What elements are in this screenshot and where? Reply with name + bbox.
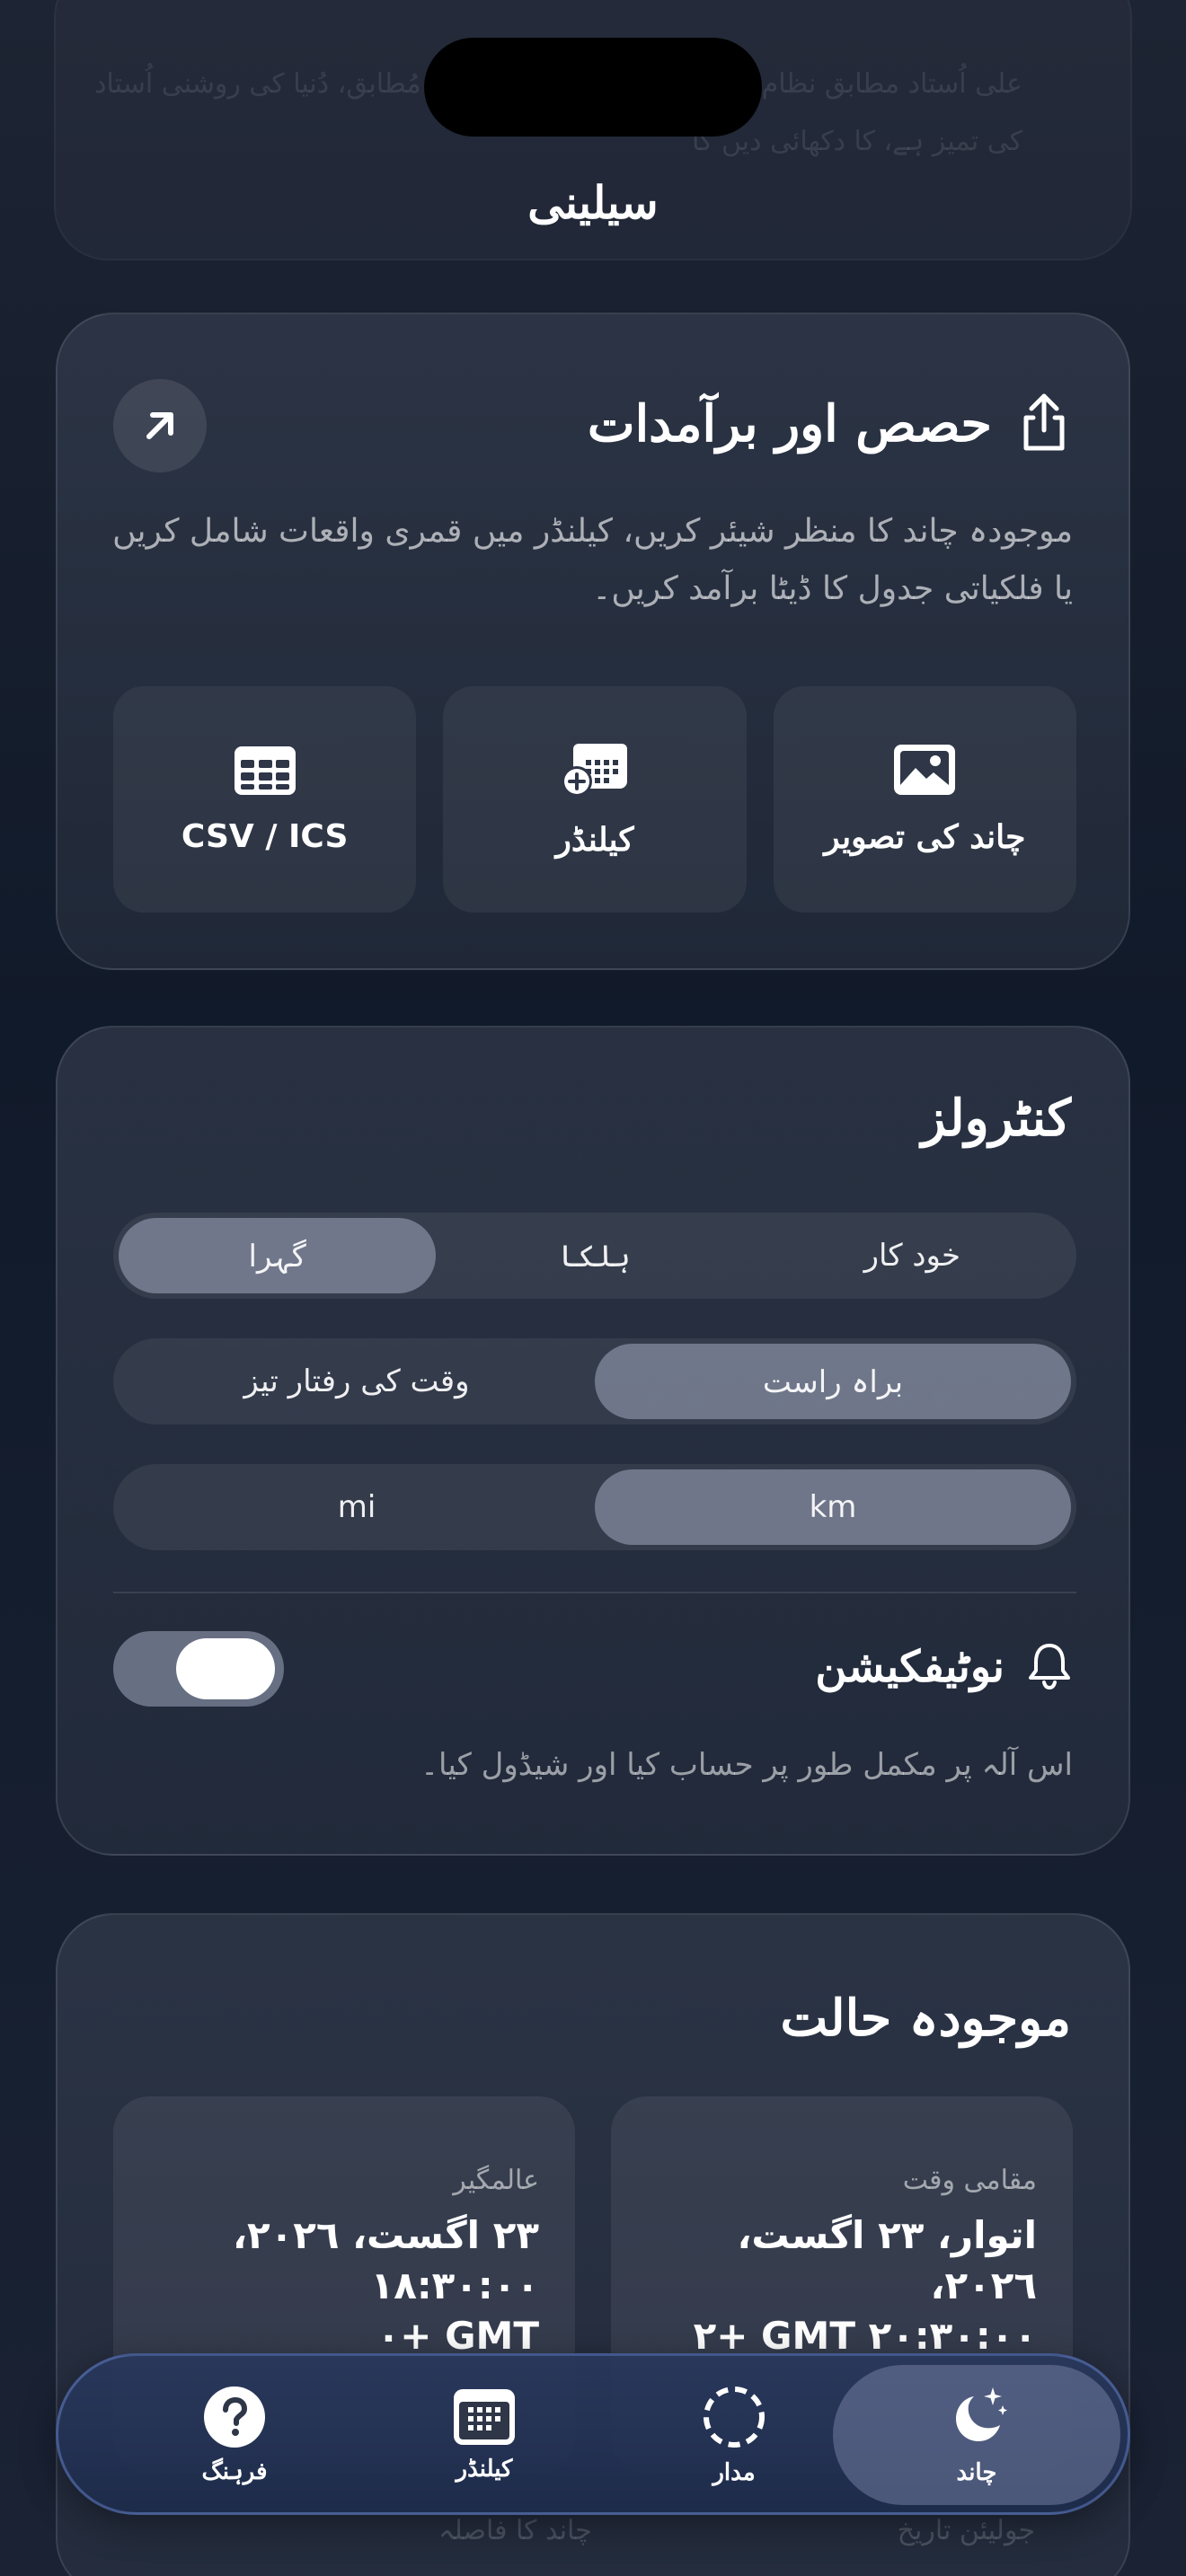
tile-label: کیلنڈر bbox=[555, 821, 634, 859]
tab-calendar[interactable]: کیلنڈر bbox=[341, 2365, 628, 2505]
image-icon bbox=[894, 745, 956, 795]
local-time-value-line1: اتوار، ٢٣ اگست، ٢٠٢٦، bbox=[737, 2213, 1037, 2307]
tab-orbit[interactable]: مدار bbox=[590, 2365, 878, 2505]
notifications-label: نوٹیفکیشن bbox=[815, 1642, 1005, 1692]
export-csv-ics-button[interactable]: CSV / ICS bbox=[113, 686, 417, 913]
theme-segmented-control: گہرا ہلکا خود کار bbox=[113, 1213, 1076, 1299]
share-header: حصص اور برآمدات bbox=[588, 379, 1073, 469]
tab-label: فرہنگ bbox=[201, 2458, 268, 2485]
universal-time-label: عالمگیر bbox=[453, 2165, 539, 2196]
arrow-up-right-icon bbox=[146, 412, 173, 439]
app-title: سیلینی bbox=[527, 176, 659, 229]
share-title: حصص اور برآمدات bbox=[587, 394, 992, 454]
table-icon bbox=[234, 745, 296, 795]
unit-segmented-control: mi km bbox=[113, 1464, 1076, 1550]
tab-label: چاند bbox=[956, 2459, 997, 2486]
tile-label: چاند کی تصویر bbox=[824, 818, 1026, 856]
orbit-icon bbox=[704, 2386, 765, 2448]
expand-button[interactable] bbox=[113, 379, 207, 472]
notifications-toggle[interactable] bbox=[113, 1631, 284, 1707]
moon-stars-icon bbox=[956, 2387, 1007, 2441]
tab-label: کیلنڈر bbox=[456, 2456, 513, 2483]
app-screen: علی اُستاد مطابق نظام، جاند کی تمیز ظاہر… bbox=[0, 0, 1186, 2576]
moon-distance-label: چاند کا فاصلہ bbox=[438, 2515, 592, 2546]
tile-label: CSV / ICS bbox=[181, 817, 349, 855]
controls-card: کنٹرولز گہرا ہلکا خود کار وقت کی رفتار ت… bbox=[56, 1026, 1130, 1856]
share-export-card: حصص اور برآمدات موجودہ چاند کا منظر شیئر… bbox=[56, 313, 1130, 970]
divider bbox=[113, 1592, 1076, 1593]
bell-icon bbox=[1026, 1640, 1073, 1694]
theme-option-light[interactable]: ہلکا bbox=[436, 1218, 753, 1293]
unit-option-mi[interactable]: mi bbox=[119, 1469, 595, 1545]
calendar-add-icon bbox=[561, 744, 627, 797]
share-tiles: CSV / ICS کیلنڈر چاند کی تصویر bbox=[113, 686, 1076, 913]
dynamic-island bbox=[424, 38, 762, 137]
tab-label: مدار bbox=[712, 2459, 756, 2486]
help-icon bbox=[204, 2386, 265, 2448]
unit-option-km[interactable]: km bbox=[595, 1469, 1071, 1545]
notifications-row: نوٹیفکیشن bbox=[815, 1622, 1073, 1712]
share-description: موجودہ چاند کا منظر شیئر کریں، کیلنڈر می… bbox=[112, 513, 1073, 607]
local-time-label: مقامی وقت bbox=[902, 2165, 1037, 2196]
toggle-knob bbox=[176, 1638, 275, 1699]
tab-bar: چاند مدار کیلنڈر فرہنگ bbox=[56, 2353, 1130, 2515]
status-title: موجودہ حالت bbox=[780, 1989, 1071, 2048]
universal-time-value-line1: ٢٣ اگست، ٢٠٢٦، ١٨:٣٠:٠٠ bbox=[232, 2213, 539, 2307]
notifications-description: اس آلہ پر مکمل طور پر حساب کیا اور شیڈول… bbox=[420, 1747, 1073, 1783]
time-mode-segmented-control: وقت کی رفتار تیز براہ راست bbox=[113, 1338, 1076, 1425]
add-to-calendar-button[interactable]: کیلنڈر bbox=[443, 686, 747, 913]
share-icon bbox=[1015, 391, 1073, 457]
julian-date-label: جولیئن تاریخ bbox=[897, 2515, 1035, 2546]
calendar-icon bbox=[454, 2389, 515, 2445]
theme-option-auto[interactable]: خود کار bbox=[754, 1218, 1071, 1293]
mode-option-timelapse[interactable]: وقت کی رفتار تیز bbox=[119, 1344, 595, 1419]
controls-title: کنٹرولز bbox=[921, 1089, 1071, 1148]
tab-glossary[interactable]: فرہنگ bbox=[91, 2365, 378, 2505]
moon-image-button[interactable]: چاند کی تصویر bbox=[773, 686, 1076, 913]
theme-option-dark[interactable]: گہرا bbox=[119, 1218, 437, 1293]
mode-option-live[interactable]: براہ راست bbox=[595, 1344, 1071, 1419]
